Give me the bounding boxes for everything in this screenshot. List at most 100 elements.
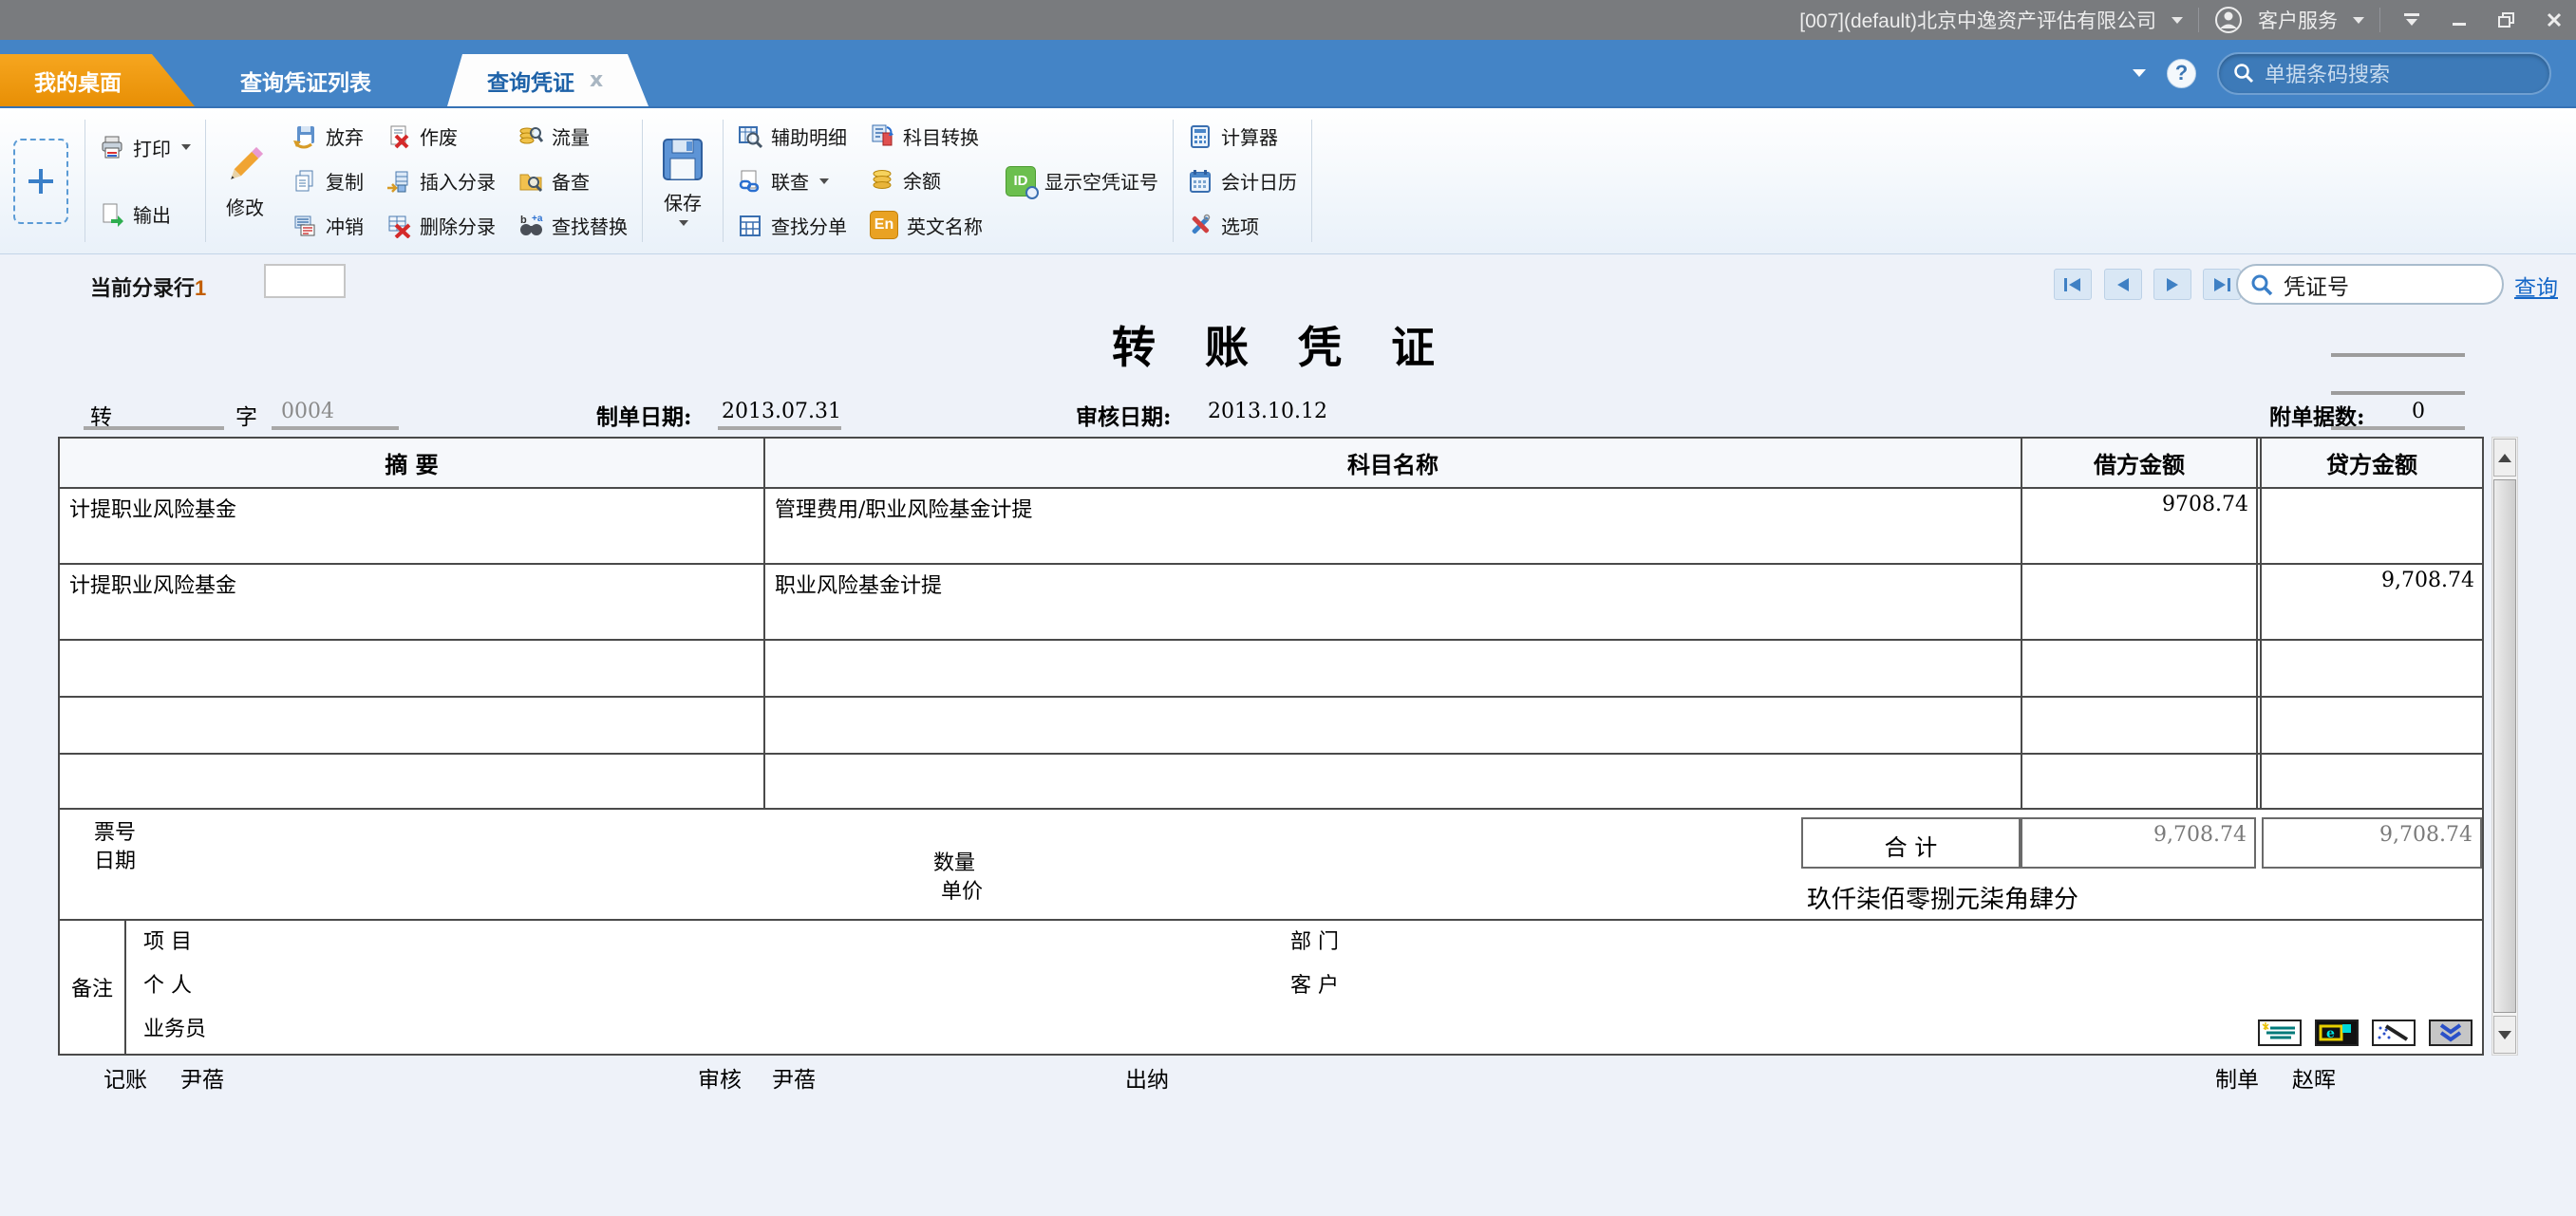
voucher-word-number: 0004 (281, 400, 334, 423)
cell-debit[interactable] (2022, 755, 2256, 808)
cell-debit[interactable] (2022, 698, 2256, 753)
cell-summary[interactable] (60, 755, 765, 808)
next-voucher-button[interactable] (2153, 269, 2191, 300)
insert-entry-button[interactable]: 插入分录 (386, 167, 496, 195)
calendar-button[interactable]: 会计日历 (1188, 167, 1297, 195)
customer-service-label[interactable]: 客户服务 (2258, 6, 2338, 34)
show-empty-voucher-button[interactable]: ID 显示空凭证号 (1006, 165, 1158, 199)
add-button[interactable] (13, 138, 68, 224)
currency-e-icon-button[interactable]: e (2315, 1020, 2359, 1046)
void-button[interactable]: 作废 (386, 122, 496, 150)
calendar-icon (1190, 169, 1211, 193)
tabbar-dropdown-icon[interactable] (2133, 69, 2146, 77)
cell-account[interactable] (765, 755, 2022, 808)
cell-credit[interactable] (2256, 489, 2482, 563)
options-button[interactable]: 选项 (1188, 212, 1297, 239)
col-header-summary: 摘 要 (60, 439, 765, 487)
prev-voucher-button[interactable] (2104, 269, 2142, 300)
tab-my-desktop[interactable]: 我的桌面 (0, 54, 195, 106)
collapse-ribbon-button[interactable] (2396, 6, 2428, 34)
restore-button[interactable] (2491, 6, 2523, 34)
reference-button[interactable]: 备查 (518, 167, 628, 195)
voucher-no-search-input[interactable]: 凭证号 (2236, 264, 2504, 305)
tab-voucher-list[interactable]: 查询凭证列表 (200, 54, 411, 106)
close-button[interactable] (2538, 6, 2570, 34)
tab-close-icon[interactable]: x (590, 68, 603, 92)
barcode-search-input[interactable]: 单据条码搜索 (2217, 51, 2551, 95)
vertical-scrollbar[interactable] (2491, 437, 2518, 1056)
prev-icon (2117, 277, 2129, 291)
writeoff-button[interactable]: 冲销 (292, 212, 364, 239)
scroll-down-button[interactable] (2493, 1016, 2516, 1054)
first-voucher-button[interactable] (2054, 269, 2092, 300)
voucher-row[interactable]: 计提职业风险基金 管理费用/职业风险基金计提 9708.74 (60, 489, 2482, 565)
window-title: [007](default)北京中逸资产评估有限公司 (1799, 10, 2156, 32)
voucher-row[interactable]: 计提职业风险基金 职业风险基金计提 9,708.74 (60, 565, 2482, 641)
aux-detail-button[interactable]: 辅助明细 (738, 122, 847, 150)
entry-row-input[interactable] (264, 264, 346, 298)
cell-account[interactable] (765, 641, 2022, 696)
help-icon[interactable]: ? (2167, 58, 2196, 88)
cell-account[interactable] (765, 698, 2022, 753)
customer-service-dropdown-icon[interactable] (2353, 16, 2364, 24)
cell-account[interactable]: 职业风险基金计提 (765, 565, 2022, 639)
delete-entry-button[interactable]: 删除分录 (386, 212, 496, 239)
last-icon (2214, 277, 2230, 291)
expand-down-icon-button[interactable] (2429, 1020, 2473, 1046)
calculator-button[interactable]: 计算器 (1188, 122, 1297, 150)
query-link[interactable]: 查询 (2514, 270, 2558, 302)
find-split-button[interactable]: 查找分单 (738, 212, 847, 239)
voucher-row[interactable] (60, 641, 2482, 698)
voucher-row[interactable] (60, 698, 2482, 755)
voucher-row[interactable] (60, 755, 2482, 810)
linked-query-button[interactable]: 联查 (738, 167, 847, 195)
company-dropdown-icon[interactable] (2172, 16, 2183, 24)
save-dropdown-icon[interactable] (679, 220, 688, 226)
print-button[interactable]: 打印 (100, 134, 191, 161)
english-name-button[interactable]: En 英文名称 (870, 211, 983, 240)
save-icon (663, 139, 703, 180)
subject-convert-button[interactable]: 科目转换 (870, 122, 983, 150)
abandon-button[interactable]: 放弃 (292, 122, 364, 150)
cell-credit[interactable] (2256, 755, 2482, 808)
scrollbar-thumb[interactable] (2493, 479, 2516, 1013)
ribbon-toolbar: 打印 输出 修改 放弃 复制 冲销 作废 插入分录 删除分录 流量 备查 b +… (0, 106, 2576, 254)
tab-query-voucher[interactable]: 查询凭证 x (447, 54, 649, 106)
copy-button[interactable]: 复制 (292, 167, 364, 195)
cell-summary[interactable]: 计提职业风险基金 (60, 565, 765, 639)
find-replace-button[interactable]: b +a 查找替换 (518, 212, 628, 239)
minimize-button[interactable] (2443, 6, 2475, 34)
cell-credit[interactable] (2256, 698, 2482, 753)
last-voucher-button[interactable] (2203, 269, 2241, 300)
search-icon (2234, 64, 2254, 84)
cell-debit[interactable]: 9708.74 (2022, 489, 2256, 563)
void-doc-icon (390, 125, 409, 148)
cell-summary[interactable]: 计提职业风险基金 (60, 489, 765, 563)
magic-wand-icon-button[interactable] (2372, 1020, 2416, 1046)
cell-summary[interactable] (60, 641, 765, 696)
print-dropdown-icon[interactable] (181, 144, 191, 151)
ticket-label: 票号 (94, 821, 137, 845)
cell-summary[interactable] (60, 698, 765, 753)
modify-button[interactable]: 修改 (209, 112, 281, 250)
binoculars-icon: b +a (520, 214, 543, 235)
tab-bar: 我的桌面 查询凭证列表 查询凭证 x ? 单据条码搜索 (0, 40, 2576, 106)
cell-credit[interactable] (2256, 641, 2482, 696)
summary-lines-icon-button[interactable] (2258, 1020, 2302, 1046)
cell-account[interactable]: 管理费用/职业风险基金计提 (765, 489, 2022, 563)
attach-count-value: 0 (2412, 400, 2425, 423)
titlebar-divider (2379, 8, 2380, 32)
export-button[interactable]: 输出 (100, 200, 191, 228)
coin-stack-icon (873, 169, 892, 189)
cell-debit[interactable] (2022, 565, 2256, 639)
printer-icon (102, 136, 122, 159)
scroll-up-button[interactable] (2493, 439, 2516, 477)
cell-debit[interactable] (2022, 641, 2256, 696)
svg-text:+a: +a (532, 214, 543, 224)
cashflow-button[interactable]: 流量 (518, 122, 628, 150)
balance-button[interactable]: 余额 (870, 166, 983, 194)
tools-icon (1192, 214, 1211, 234)
cell-credit[interactable]: 9,708.74 (2256, 565, 2482, 639)
linked-query-dropdown-icon[interactable] (819, 178, 829, 184)
save-button[interactable]: 保存 (646, 112, 720, 250)
